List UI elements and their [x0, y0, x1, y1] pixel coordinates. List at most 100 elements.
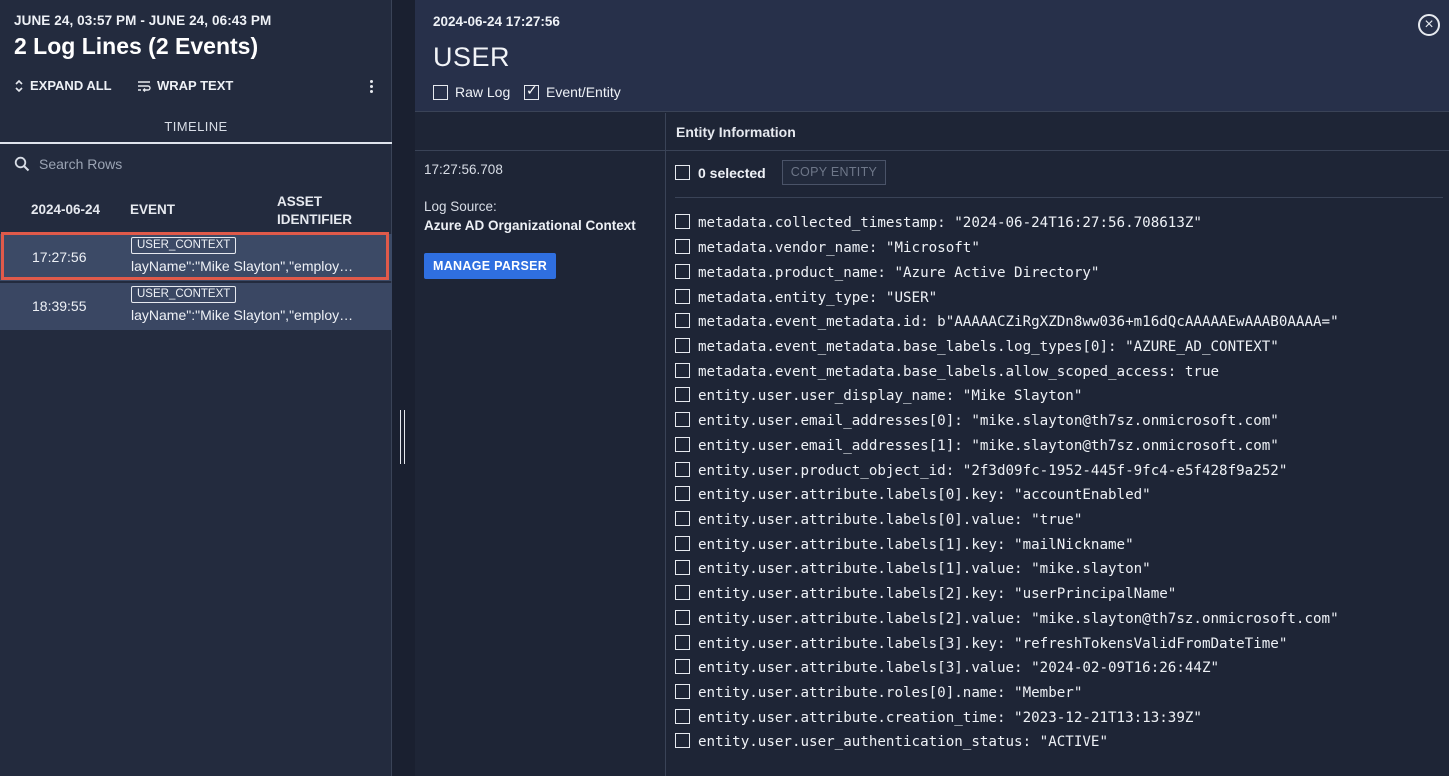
expand-all-button[interactable]: EXPAND ALL [14, 78, 112, 93]
field-text: metadata.event_metadata.base_labels.allo… [698, 363, 1220, 380]
entity-field-row[interactable]: entity.user.attribute.labels[0].key: "ac… [675, 483, 1445, 508]
field-checkbox[interactable] [675, 263, 690, 279]
entity-field-row[interactable]: metadata.product_name: "Azure Active Dir… [675, 260, 1445, 285]
field-text: entity.user.user_authentication_status: … [698, 734, 1108, 751]
search-rows[interactable]: Search Rows [14, 156, 122, 172]
detail-header: 2024-06-24 17:27:56 USER × Raw Log Event… [415, 0, 1449, 112]
field-checkbox[interactable] [675, 436, 690, 452]
manage-parser-button[interactable]: MANAGE PARSER [424, 253, 557, 279]
entity-field-row[interactable]: entity.user.attribute.labels[3].key: "re… [675, 631, 1445, 656]
entity-field-row[interactable]: metadata.vendor_name: "Microsoft" [675, 236, 1445, 261]
row-time: 18:39:55 [32, 298, 87, 314]
field-checkbox[interactable] [675, 412, 690, 428]
wrap-text-button[interactable]: WRAP TEXT [137, 78, 233, 93]
field-text: entity.user.attribute.roles[0].name: "Me… [698, 685, 1083, 702]
row-time: 17:27:56 [32, 249, 87, 265]
field-text: metadata.entity_type: "USER" [698, 289, 938, 306]
select-all-checkbox[interactable] [675, 165, 690, 180]
entity-field-row[interactable]: metadata.collected_timestamp: "2024-06-2… [675, 211, 1445, 236]
column-header-asset-identifier[interactable]: ASSET IDENTIFIER [277, 193, 387, 229]
field-text: entity.user.attribute.labels[2].key: "us… [698, 586, 1177, 603]
entity-field-row[interactable]: entity.user.attribute.labels[2].key: "us… [675, 582, 1445, 607]
field-text: entity.user.attribute.labels[1].value: "… [698, 561, 1151, 578]
time-range: JUNE 24, 03:57 PM - JUNE 24, 06:43 PM [14, 13, 272, 28]
column-header-date[interactable]: 2024-06-24 [31, 202, 100, 217]
field-text: entity.user.attribute.labels[1].key: "ma… [698, 536, 1134, 553]
entity-field-row[interactable]: entity.user.attribute.labels[1].key: "ma… [675, 532, 1445, 557]
entity-field-row[interactable]: metadata.entity_type: "USER" [675, 285, 1445, 310]
entity-field-row[interactable]: entity.user.email_addresses[1]: "mike.sl… [675, 433, 1445, 458]
field-checkbox[interactable] [675, 585, 690, 601]
panel-gutter [392, 0, 415, 776]
field-checkbox[interactable] [675, 560, 690, 576]
wrap-text-icon [138, 80, 151, 92]
copy-entity-button[interactable]: COPY ENTITY [781, 160, 887, 185]
entity-field-row[interactable]: metadata.event_metadata.base_labels.allo… [675, 359, 1445, 384]
row-snippet: layName":"Mike Slayton","employ… [131, 307, 354, 323]
field-checkbox[interactable] [675, 214, 690, 230]
raw-log-checkbox[interactable] [433, 84, 448, 100]
field-text: metadata.collected_timestamp: "2024-06-2… [698, 215, 1202, 232]
field-checkbox[interactable] [675, 239, 690, 255]
more-options-icon[interactable] [364, 78, 378, 96]
entity-field-row[interactable]: entity.user.user_display_name: "Mike Sla… [675, 384, 1445, 409]
event-entity-toggle[interactable]: Event/Entity [524, 82, 621, 100]
entity-field-row[interactable]: entity.user.attribute.labels[1].value: "… [675, 557, 1445, 582]
detail-timestamp: 2024-06-24 17:27:56 [433, 14, 560, 29]
field-text: metadata.vendor_name: "Microsoft" [698, 240, 980, 257]
field-checkbox[interactable] [675, 486, 690, 502]
search-input[interactable]: Search Rows [39, 156, 122, 172]
row-snippet: layName":"Mike Slayton","employ… [131, 258, 354, 274]
field-checkbox[interactable] [675, 337, 690, 353]
entity-field-row[interactable]: entity.user.product_object_id: "2f3d09fc… [675, 458, 1445, 483]
selected-count: 0 selected [698, 164, 766, 181]
raw-log-toggle[interactable]: Raw Log [433, 84, 510, 100]
event-entity-label: Event/Entity [546, 84, 621, 100]
field-text: entity.user.attribute.labels[0].value: "… [698, 511, 1083, 528]
timeline-panel: JUNE 24, 03:57 PM - JUNE 24, 06:43 PM 2 … [0, 0, 392, 776]
wrap-text-label: WRAP TEXT [157, 78, 234, 93]
field-text: entity.user.attribute.labels[3].value: "… [698, 660, 1220, 677]
resize-handle[interactable] [400, 410, 405, 464]
field-checkbox[interactable] [675, 733, 690, 749]
field-checkbox[interactable] [675, 313, 690, 329]
field-text: entity.user.product_object_id: "2f3d09fc… [698, 462, 1288, 479]
field-text: entity.user.user_display_name: "Mike Sla… [698, 388, 1083, 405]
field-text: metadata.event_metadata.base_labels.log_… [698, 338, 1279, 355]
field-checkbox[interactable] [675, 684, 690, 700]
expand-all-label: EXPAND ALL [30, 78, 112, 93]
field-checkbox[interactable] [675, 362, 690, 378]
field-text: entity.user.attribute.labels[3].key: "re… [698, 635, 1288, 652]
table-row[interactable]: 17:27:56 USER_CONTEXT layName":"Mike Sla… [0, 234, 392, 281]
close-icon[interactable]: × [1418, 14, 1440, 36]
entity-field-row[interactable]: metadata.event_metadata.id: b"AAAAACZiRg… [675, 310, 1445, 335]
tab-timeline[interactable]: TIMELINE [0, 119, 392, 134]
raw-log-label: Raw Log [455, 84, 511, 100]
field-checkbox[interactable] [675, 461, 690, 477]
column-header-event[interactable]: EVENT [130, 202, 175, 217]
entity-field-row[interactable]: entity.user.attribute.labels[2].value: "… [675, 607, 1445, 632]
field-checkbox[interactable] [675, 708, 690, 724]
entity-field-row[interactable]: entity.user.user_authentication_status: … [675, 730, 1445, 755]
field-checkbox[interactable] [675, 609, 690, 625]
field-checkbox[interactable] [675, 510, 690, 526]
log-source-label: Log Source: [424, 199, 497, 214]
entity-information-header: Entity Information [676, 124, 796, 140]
event-type-badge: USER_CONTEXT [131, 237, 237, 254]
entity-field-row[interactable]: metadata.event_metadata.base_labels.log_… [675, 335, 1445, 360]
log-time: 17:27:56.708 [424, 162, 503, 177]
entity-field-row[interactable]: entity.user.attribute.roles[0].name: "Me… [675, 681, 1445, 706]
entity-field-row[interactable]: entity.user.email_addresses[0]: "mike.sl… [675, 409, 1445, 434]
field-checkbox[interactable] [675, 659, 690, 675]
field-checkbox[interactable] [675, 634, 690, 650]
entity-field-row[interactable]: entity.user.attribute.labels[0].value: "… [675, 508, 1445, 533]
field-checkbox[interactable] [675, 288, 690, 304]
table-row[interactable]: 18:39:55 USER_CONTEXT layName":"Mike Sla… [0, 283, 392, 330]
entity-field-row[interactable]: entity.user.attribute.creation_time: "20… [675, 705, 1445, 730]
entity-field-row[interactable]: entity.user.attribute.labels[3].value: "… [675, 656, 1445, 681]
field-text: metadata.event_metadata.id: b"AAAAACZiRg… [698, 314, 1339, 331]
event-entity-checkbox[interactable] [524, 82, 539, 100]
field-checkbox[interactable] [675, 387, 690, 403]
field-checkbox[interactable] [675, 535, 690, 551]
expand-icon [15, 79, 23, 92]
